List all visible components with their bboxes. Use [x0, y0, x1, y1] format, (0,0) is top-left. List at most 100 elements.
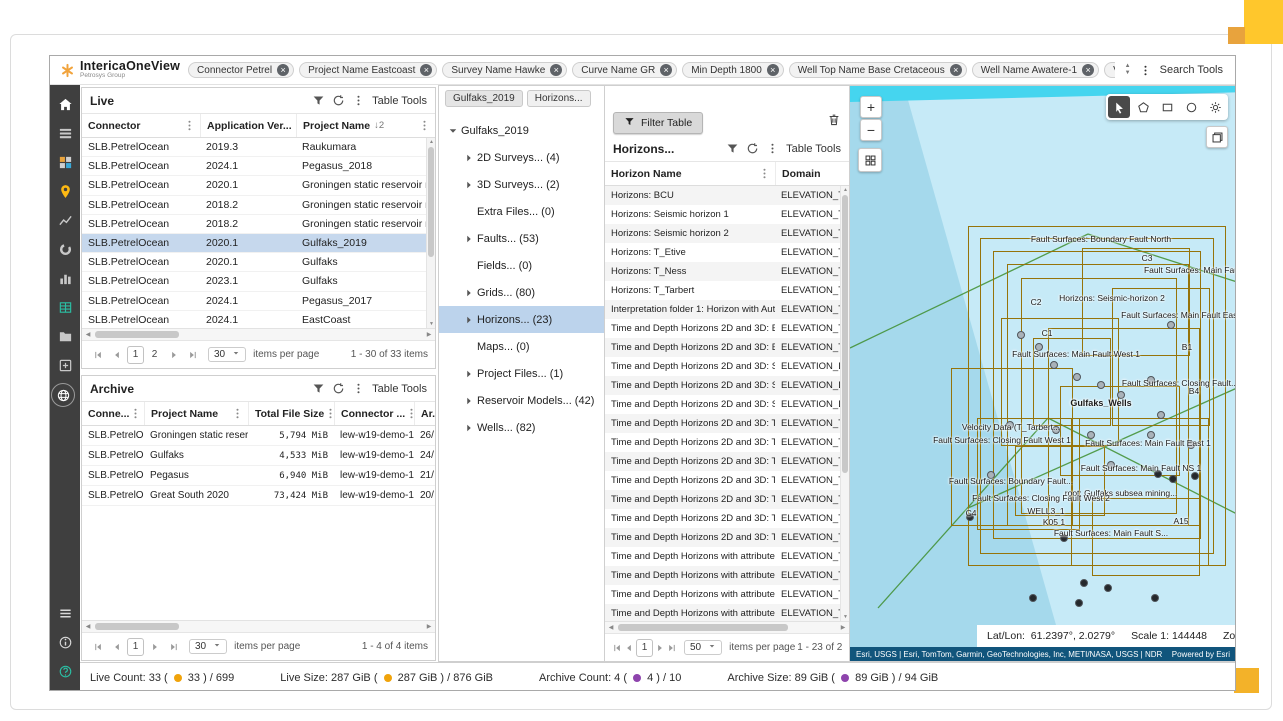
horizon-row[interactable]: Horizons: Seismic horizon 2ELEVATION_TI: [605, 224, 849, 243]
horizon-row[interactable]: Time and Depth Horizons 2D and 3D: BCU_2…: [605, 338, 849, 357]
live-vertical-scrollbar[interactable]: ▲ ▼: [426, 138, 435, 328]
live-row[interactable]: SLB.PetrelOcean2018.2Groningen static re…: [82, 196, 435, 215]
live-row[interactable]: SLB.PetrelOcean2020.1Groningen static re…: [82, 176, 435, 195]
chevron-right-icon[interactable]: [461, 315, 477, 325]
chip-close-icon[interactable]: ×: [277, 64, 289, 76]
horizon-row[interactable]: Time and Depth Horizons 2D and 3D: T_Eti…: [605, 414, 849, 433]
filter-table-button[interactable]: Filter Table: [613, 112, 703, 134]
rectangle-draw-tool[interactable]: [1156, 96, 1178, 118]
tree-item[interactable]: Extra Files... (0): [439, 198, 604, 225]
archive-first-page-button[interactable]: [89, 638, 106, 655]
live-refresh-icon[interactable]: [332, 94, 345, 107]
chip-close-icon[interactable]: ×: [660, 64, 672, 76]
nav-analytics[interactable]: [51, 264, 79, 293]
live-row[interactable]: SLB.PetrelOcean2024.1Pegasus_2017: [82, 292, 435, 311]
horizons-table-tools-label[interactable]: Table Tools: [786, 143, 841, 155]
nav-locations[interactable]: [51, 177, 79, 206]
filter-chip[interactable]: Value Western Challenger×: [1104, 62, 1115, 78]
chevron-right-icon[interactable]: [461, 423, 477, 433]
column-header[interactable]: Horizon Name: [605, 162, 775, 185]
live-row[interactable]: SLB.PetrelOcean2019.3Raukumara: [82, 138, 435, 157]
tree-tab[interactable]: Horizons...: [527, 90, 591, 107]
filter-chip[interactable]: Min Depth 1800×: [682, 62, 784, 78]
chip-close-icon[interactable]: ×: [550, 64, 562, 76]
horizon-row[interactable]: Time and Depth Horizons with attributes:…: [605, 585, 849, 604]
live-next-page-button[interactable]: [165, 346, 182, 363]
column-header[interactable]: Project Name↓2: [296, 114, 435, 137]
filter-chip[interactable]: Well Top Name Base Cretaceous×: [789, 62, 967, 78]
column-menu-icon[interactable]: [231, 407, 244, 420]
tree-item[interactable]: Maps... (0): [439, 333, 604, 360]
horizons-page-number[interactable]: 1: [636, 639, 653, 657]
map-settings-tool[interactable]: [1204, 96, 1226, 118]
search-tools-label[interactable]: Search Tools: [1160, 64, 1223, 76]
column-header[interactable]: Connector ...: [334, 402, 414, 425]
archive-row[interactable]: SLB.PetrelOceanGulfaks4,533 MiBlew-w19-d…: [82, 446, 435, 466]
chip-scroll-spinner[interactable]: ▲▼: [1125, 63, 1131, 76]
nav-trends[interactable]: [51, 206, 79, 235]
live-page-number[interactable]: 1: [127, 346, 144, 364]
archive-table-tools-menu-icon[interactable]: [352, 382, 365, 395]
nav-connectors[interactable]: [51, 148, 79, 177]
column-header[interactable]: Application Ver...: [200, 114, 296, 137]
horizon-row[interactable]: Horizons: Seismic horizon 1ELEVATION_TI: [605, 205, 849, 224]
column-header[interactable]: Ar...: [414, 402, 435, 425]
horizons-first-page-button[interactable]: [612, 639, 622, 656]
zoom-out-button[interactable]: −: [860, 119, 882, 141]
horizon-row[interactable]: Time and Depth Horizons 2D and 3D: T_Nes…: [605, 452, 849, 471]
chevron-right-icon[interactable]: [461, 153, 477, 163]
horizons-next-page-button[interactable]: [655, 639, 665, 656]
column-menu-icon[interactable]: [758, 167, 771, 180]
nav-add[interactable]: [51, 351, 79, 380]
archive-table-tools-label[interactable]: Table Tools: [372, 383, 427, 395]
horizon-row[interactable]: Time and Depth Horizons 2D and 3D: Seabe…: [605, 357, 849, 376]
layers-button[interactable]: [1206, 126, 1228, 148]
live-previous-page-button[interactable]: [108, 346, 125, 363]
horizons-previous-page-button[interactable]: [624, 639, 634, 656]
basemap-gallery-button[interactable]: [858, 148, 882, 172]
live-filter-icon[interactable]: [312, 94, 325, 107]
horizon-row[interactable]: Time and Depth Horizons 2D and 3D: BCUEL…: [605, 319, 849, 338]
horizon-row[interactable]: Horizons: T_NessELEVATION_TI: [605, 262, 849, 281]
live-row[interactable]: SLB.PetrelOcean2020.1Gulfaks: [82, 253, 435, 272]
column-menu-icon[interactable]: [418, 119, 431, 132]
live-table-tools-menu-icon[interactable]: [352, 94, 365, 107]
nav-files[interactable]: [51, 322, 79, 351]
filter-chip[interactable]: Well Name Awatere-1×: [972, 62, 1099, 78]
clear-filter-trash-icon[interactable]: [827, 113, 841, 132]
horizons-page-size-select[interactable]: 50: [684, 640, 722, 655]
tree-tab[interactable]: Gulfaks_2019: [445, 90, 523, 107]
column-header[interactable]: Domain: [775, 162, 849, 185]
chevron-right-icon[interactable]: [461, 180, 477, 190]
live-row[interactable]: SLB.PetrelOcean2018.2Groningen static re…: [82, 215, 435, 234]
nav-info[interactable]: [51, 628, 79, 657]
live-horizontal-scrollbar[interactable]: ◀ ▶: [82, 328, 435, 340]
search-tools-menu-icon[interactable]: [1139, 64, 1152, 77]
circle-draw-tool[interactable]: [1180, 96, 1202, 118]
tree-item[interactable]: Grids... (80): [439, 279, 604, 306]
chip-close-icon[interactable]: ×: [767, 64, 779, 76]
chip-close-icon[interactable]: ×: [1082, 64, 1094, 76]
live-row[interactable]: SLB.PetrelOcean2020.1Gulfaks_2019: [82, 234, 435, 253]
live-page-number[interactable]: 2: [146, 346, 163, 364]
chip-close-icon[interactable]: ×: [950, 64, 962, 76]
column-menu-icon[interactable]: [324, 407, 334, 420]
tree-item[interactable]: Project Files... (1): [439, 360, 604, 387]
archive-refresh-icon[interactable]: [332, 382, 345, 395]
chip-close-icon[interactable]: ×: [420, 64, 432, 76]
column-header[interactable]: Connector: [82, 114, 200, 137]
live-page-size-select[interactable]: 30: [208, 347, 246, 362]
archive-row[interactable]: SLB.PetrelOceanGroningen static reservoi…: [82, 426, 435, 446]
tree-item[interactable]: 2D Surveys... (4): [439, 144, 604, 171]
archive-page-number[interactable]: 1: [127, 638, 144, 656]
tree-item[interactable]: 3D Surveys... (2): [439, 171, 604, 198]
nav-menu[interactable]: [51, 599, 79, 628]
horizons-filter-icon[interactable]: [726, 142, 739, 155]
column-header[interactable]: Project Name: [144, 402, 248, 425]
nav-home[interactable]: [51, 90, 79, 119]
chevron-down-icon[interactable]: [445, 126, 461, 136]
map-canvas[interactable]: Fault Surfaces: Boundary Fault NorthC3Fa…: [850, 86, 1236, 661]
horizons-last-page-button[interactable]: [667, 639, 677, 656]
live-row[interactable]: SLB.PetrelOcean2023.1Gulfaks: [82, 272, 435, 291]
horizon-row[interactable]: Horizons: BCUELEVATION_TI: [605, 186, 849, 205]
